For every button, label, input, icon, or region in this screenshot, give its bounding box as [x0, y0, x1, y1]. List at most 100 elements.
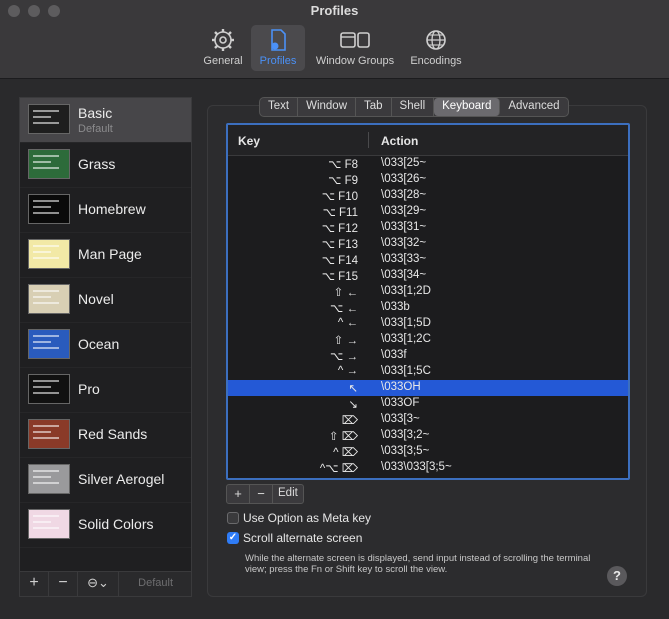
tab-advanced[interactable]: Advanced — [500, 98, 567, 116]
row-key: ⌦ — [341, 415, 358, 427]
table-row[interactable]: ^ → \033[1;5C — [228, 364, 628, 380]
row-key: ^ ⌦ — [333, 447, 358, 459]
table-row[interactable]: ⌥ F8 \033[25~ — [228, 156, 628, 172]
add-mapping-button[interactable]: + — [227, 485, 250, 503]
thumbnail-line — [33, 386, 51, 388]
tab-keyboard[interactable]: Keyboard — [434, 98, 501, 116]
meta-key-checkbox[interactable] — [227, 512, 239, 524]
row-key: ⌥ F9 — [328, 175, 358, 187]
row-action: \033[29~ — [381, 205, 427, 217]
profile-doc-icon — [251, 27, 305, 55]
globe-icon — [406, 27, 466, 55]
thumbnail-line — [33, 380, 59, 382]
row-action: \033[1;5C — [381, 365, 431, 377]
profile-name: Homebrew — [78, 201, 146, 217]
row-action: \033OF — [381, 397, 420, 409]
toolbar-encodings[interactable]: Encodings — [406, 25, 466, 71]
set-default-button[interactable]: Default — [138, 577, 173, 589]
tab-text[interactable]: Text — [260, 98, 299, 116]
row-key: ⌥ → — [330, 351, 358, 363]
table-row[interactable]: ⌥ ← \033b — [228, 300, 628, 316]
thumbnail-line — [33, 155, 59, 157]
table-row[interactable]: ⇧ ⌦ \033[3;2~ — [228, 428, 628, 444]
thumbnail-line — [33, 470, 59, 472]
remove-profile-button[interactable]: − — [49, 572, 78, 596]
table-row[interactable]: ^ ← \033[1;5D — [228, 316, 628, 332]
profile-actions-menu-button[interactable]: ⊖⌄ — [78, 572, 119, 596]
row-action: \033[33~ — [381, 253, 427, 265]
table-row[interactable]: ⌥ F12 \033[31~ — [228, 220, 628, 236]
row-key: ⇧ → — [333, 335, 358, 347]
profile-item[interactable]: Grass — [20, 143, 191, 188]
profile-item[interactable]: Solid Colors — [20, 503, 191, 548]
table-row[interactable]: ^⌥ ⌦ \033\033[3;5~ — [228, 460, 628, 476]
tab-tab[interactable]: Tab — [356, 98, 392, 116]
profile-item[interactable]: Man Page — [20, 233, 191, 278]
table-row[interactable]: ↘ \033OF — [228, 396, 628, 412]
table-row[interactable]: ⌥ → \033f — [228, 348, 628, 364]
row-key: ⌥ F10 — [321, 191, 358, 203]
settings-tabs: Text Window Tab Shell Keyboard Advanced — [259, 97, 569, 117]
scroll-alternate-checkbox[interactable]: ✓ — [227, 532, 239, 544]
table-row[interactable]: ⌥ F11 \033[29~ — [228, 204, 628, 220]
key-mapping-table[interactable]: Key Action ⌥ F8 \033[25~ ⌥ F9 \033[26~ ⌥ F10… — [226, 123, 630, 480]
profile-thumbnail — [28, 419, 70, 449]
column-divider — [368, 132, 369, 148]
profile-thumbnail — [28, 374, 70, 404]
profile-item[interactable]: Silver Aerogel — [20, 458, 191, 503]
profile-item[interactable]: Novel — [20, 278, 191, 323]
toolbar-profiles-label: Profiles — [259, 55, 297, 67]
profile-name: Novel — [78, 291, 114, 307]
profile-thumbnail — [28, 284, 70, 314]
table-row[interactable]: ⌥ F10 \033[28~ — [228, 188, 628, 204]
row-key: ⌥ ← — [330, 303, 358, 315]
toolbar-profiles[interactable]: Profiles — [251, 25, 305, 71]
table-row[interactable]: ⌥ F9 \033[26~ — [228, 172, 628, 188]
window-groups-icon — [309, 27, 401, 55]
table-row[interactable]: ⌥ F15 \033[34~ — [228, 268, 628, 284]
thumbnail-line — [33, 200, 59, 202]
profile-thumbnail — [28, 104, 70, 134]
thumbnail-line — [33, 110, 59, 112]
edit-mapping-button[interactable]: Edit — [273, 485, 303, 503]
row-action: \033[1;2D — [381, 285, 431, 297]
row-action: \033[3;2~ — [381, 429, 430, 441]
profile-item[interactable]: Ocean — [20, 323, 191, 368]
profile-item[interactable]: Homebrew — [20, 188, 191, 233]
thumbnail-line — [33, 290, 59, 292]
tab-shell[interactable]: Shell — [392, 98, 435, 116]
profile-default-label: Default — [78, 123, 113, 135]
toolbar-general[interactable]: General — [199, 25, 247, 71]
row-key: ⇧ ← — [333, 287, 358, 299]
toolbar-window-groups[interactable]: Window Groups — [309, 25, 401, 71]
add-profile-button[interactable]: + — [20, 572, 49, 596]
table-row[interactable]: ⇧ → \033[1;2C — [228, 332, 628, 348]
remove-mapping-button[interactable]: − — [250, 485, 273, 503]
profile-item[interactable]: Pro — [20, 368, 191, 413]
thumbnail-line — [33, 116, 51, 118]
table-row[interactable]: ⌥ F14 \033[33~ — [228, 252, 628, 268]
profile-item[interactable]: Red Sands — [20, 413, 191, 458]
row-action: \033OH — [381, 381, 421, 393]
table-row[interactable]: ⌦ \033[3~ — [228, 412, 628, 428]
thumbnail-line — [33, 251, 51, 253]
column-header-key[interactable]: Key — [238, 134, 260, 148]
row-key: ^ → — [337, 365, 358, 377]
table-row[interactable]: ↖ \033OH — [228, 380, 628, 396]
window-title: Profiles — [310, 3, 359, 18]
help-button[interactable]: ? — [607, 566, 627, 586]
row-action: \033[25~ — [381, 157, 427, 169]
row-action: \033[3~ — [381, 413, 420, 425]
thumbnail-line — [33, 257, 59, 259]
row-action: \033[28~ — [381, 189, 427, 201]
profile-item[interactable]: Basic Default — [20, 98, 191, 143]
thumbnail-line — [33, 431, 51, 433]
toolbar-window-groups-label: Window Groups — [315, 55, 395, 67]
thumbnail-line — [33, 296, 51, 298]
toolbar-general-label: General — [203, 55, 243, 67]
table-row[interactable]: ^ ⌦ \033[3;5~ — [228, 444, 628, 460]
tab-window[interactable]: Window — [298, 98, 356, 116]
table-row[interactable]: ⌥ F13 \033[32~ — [228, 236, 628, 252]
column-header-action[interactable]: Action — [381, 134, 418, 148]
table-row[interactable]: ⇧ ← \033[1;2D — [228, 284, 628, 300]
